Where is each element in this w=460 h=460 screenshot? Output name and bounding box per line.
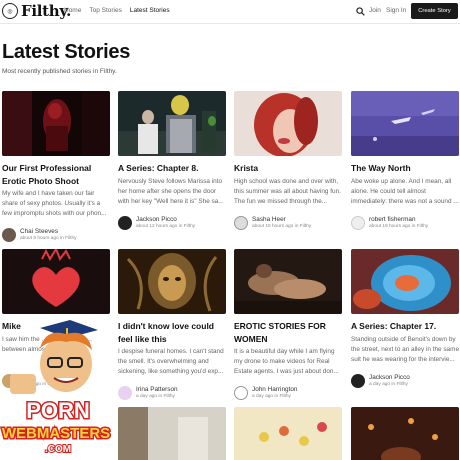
story-thumbnail[interactable] xyxy=(351,91,459,156)
nav-top-stories[interactable]: Top Stories xyxy=(89,7,122,14)
avatar[interactable] xyxy=(118,215,132,230)
story-excerpt: I despise funeral homes. I can't stand t… xyxy=(118,348,224,375)
author-name[interactable]: robert fisherman xyxy=(369,216,428,224)
page-subtitle: Most recently published stories in Filth… xyxy=(2,68,117,75)
story-image xyxy=(118,249,226,314)
story-meta: a day ago in Filthy xyxy=(136,394,175,399)
story-meta: a day ago in Filthy xyxy=(369,381,408,387)
story-thumbnail[interactable] xyxy=(2,249,110,314)
watermark-line-2: WEBMASTERS xyxy=(2,425,110,442)
story-author[interactable]: Chai Steeves about 5 hours ago in Filthy xyxy=(2,228,110,242)
nav-latest-stories[interactable]: Latest Stories xyxy=(130,7,170,14)
story-title[interactable]: A Series: Chapter 17. xyxy=(351,320,459,333)
story-image xyxy=(234,249,342,314)
story-thumbnail[interactable] xyxy=(234,91,342,156)
site-logo[interactable]: ◎ Filthy. xyxy=(2,2,71,20)
story-card[interactable]: The Way North Abe woke up alone. And I m… xyxy=(351,91,459,230)
sign-in-link[interactable]: Sign In xyxy=(386,7,406,14)
top-navigation-bar: ◎ Filthy. Home Top Stories Latest Storie… xyxy=(0,0,460,24)
story-title[interactable]: Our First Professional Erotic Photo Shoo… xyxy=(2,162,110,187)
story-thumbnail[interactable] xyxy=(2,91,110,156)
story-title[interactable]: A Series: Chapter 8. xyxy=(118,162,226,175)
story-author[interactable]: John Harrington a day ago in Filthy xyxy=(234,386,342,400)
story-meta: about 19 hours ago in Filthy xyxy=(369,223,429,229)
story-image xyxy=(118,407,226,460)
author-name[interactable]: Sasha Heer xyxy=(252,216,311,224)
avatar[interactable] xyxy=(351,215,365,230)
story-thumbnail[interactable] xyxy=(118,249,226,314)
story-author[interactable]: Jackson Picco a day ago in Filthy xyxy=(351,373,459,388)
avatar[interactable] xyxy=(2,228,16,242)
page-title: Latest Stories xyxy=(2,41,131,63)
nav-home[interactable]: Home xyxy=(64,7,81,14)
story-thumbnail[interactable] xyxy=(351,407,459,460)
story-card[interactable]: A Series: Chapter 17. Standing outside o… xyxy=(351,249,459,388)
story-title[interactable]: Krista xyxy=(234,162,342,175)
story-card[interactable] xyxy=(234,407,342,460)
story-image xyxy=(2,91,110,156)
story-excerpt: Abe woke up alone. And I mean, all alone… xyxy=(351,177,459,205)
story-meta: about 15 hours ago in Filthy xyxy=(252,223,312,229)
story-excerpt: High school was done and over with, this… xyxy=(234,177,341,205)
author-name[interactable]: Irina Patterson xyxy=(136,386,178,394)
story-image xyxy=(234,407,342,460)
story-title[interactable]: The Way North xyxy=(351,162,459,175)
story-thumbnail[interactable] xyxy=(234,249,342,314)
watermark-line-1: PORN xyxy=(26,398,90,423)
story-image xyxy=(351,91,459,156)
join-link[interactable]: Join xyxy=(369,7,381,14)
main-nav: Home Top Stories Latest Stories xyxy=(64,7,170,14)
story-thumbnail[interactable] xyxy=(234,407,342,460)
story-card[interactable]: A Series: Chapter 8. Nervously Steve fol… xyxy=(118,91,226,230)
author-name[interactable]: Jackson Picco xyxy=(369,374,410,382)
story-card[interactable]: I didn't know love could feel like this … xyxy=(118,249,226,400)
avatar[interactable] xyxy=(118,386,132,400)
author-name[interactable]: Jackson Picco xyxy=(136,216,195,224)
story-excerpt: It is a beautiful day while I am flying … xyxy=(234,348,339,375)
story-thumbnail[interactable] xyxy=(118,407,226,460)
story-author[interactable]: Irina Patterson a day ago in Filthy xyxy=(118,386,226,400)
story-meta: a day ago in Filthy xyxy=(252,394,291,399)
story-image xyxy=(234,91,342,156)
story-author[interactable]: robert fisherman about 19 hours ago in F… xyxy=(351,215,459,230)
author-name[interactable]: Chai Steeves xyxy=(20,228,77,236)
story-thumbnail[interactable] xyxy=(351,249,459,314)
story-card[interactable] xyxy=(351,407,459,460)
story-meta: about 12 hours ago in Filthy xyxy=(136,223,196,229)
avatar[interactable] xyxy=(351,373,365,388)
story-title[interactable]: EROTIC STORIES FOR WOMEN xyxy=(234,320,342,345)
story-excerpt: Standing outside of Benoit's down by the… xyxy=(351,335,459,363)
avatar[interactable] xyxy=(234,386,248,400)
story-image xyxy=(351,249,459,314)
story-card[interactable]: Krista High school was done and over wit… xyxy=(234,91,342,230)
create-story-button[interactable]: Create Story xyxy=(411,3,458,19)
story-thumbnail[interactable] xyxy=(118,91,226,156)
watermark-line-3: .COM xyxy=(45,444,71,455)
story-title[interactable]: I didn't know love could feel like this xyxy=(118,320,226,345)
story-meta: about 5 hours ago in Filthy xyxy=(20,236,77,241)
avatar[interactable] xyxy=(234,215,248,230)
story-card[interactable]: EROTIC STORIES FOR WOMEN It is a beautif… xyxy=(234,249,342,400)
story-author[interactable]: Sasha Heer about 15 hours ago in Filthy xyxy=(234,215,342,230)
story-excerpt: My wife and I have taken our fair share … xyxy=(2,190,107,217)
author-name[interactable]: John Harrington xyxy=(252,386,297,394)
story-image xyxy=(2,249,110,314)
search-icon[interactable] xyxy=(356,7,365,16)
story-card[interactable] xyxy=(118,407,226,460)
story-card[interactable]: Our First Professional Erotic Photo Shoo… xyxy=(2,91,110,242)
story-author[interactable]: Jackson Picco about 12 hours ago in Filt… xyxy=(118,215,226,230)
logo-mark-icon: ◎ xyxy=(2,3,18,19)
story-excerpt: Nervously Steve follows Marissa into her… xyxy=(118,177,224,205)
story-image xyxy=(118,91,226,156)
watermark-logo: PORN WEBMASTERS .COM xyxy=(0,320,112,456)
story-image xyxy=(351,407,459,460)
